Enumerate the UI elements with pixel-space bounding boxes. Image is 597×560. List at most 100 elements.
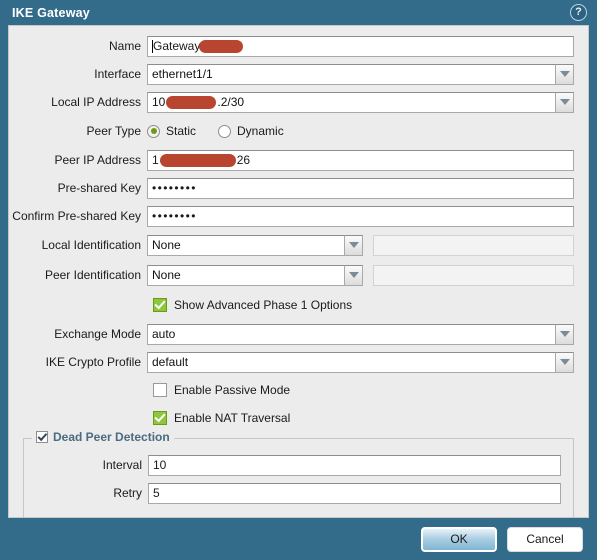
label-dpd-interval: Interval [102, 458, 142, 472]
local-identification-value: None [147, 234, 344, 256]
field-local-ip-address: 10 .2/30 [147, 91, 574, 113]
redaction-block-name [199, 39, 244, 53]
field-peer-ip-address: 1 26 [147, 149, 574, 171]
field-local-identification: None [147, 234, 574, 256]
local-ip-address-dropdown-button[interactable] [555, 91, 574, 113]
label-dead-peer-detection[interactable]: Dead Peer Detection [53, 430, 170, 444]
name-value: Gateway [153, 39, 201, 53]
dpd-interval-input[interactable]: 10 [148, 454, 561, 476]
field-exchange-mode: auto [147, 323, 574, 345]
local-identification-combobox[interactable]: None [147, 234, 363, 256]
local-ip-prefix: 10 [152, 94, 166, 109]
label-peer-type-static[interactable]: Static [166, 124, 196, 138]
exchange-mode-value: auto [147, 323, 555, 345]
chevron-down-icon [559, 331, 570, 337]
local-ip-address-combobox[interactable]: 10 .2/30 [147, 91, 574, 113]
form-panel: Name Gateway Interface ethernet1/1 Local… [8, 25, 589, 518]
row-exchange-mode: Exchange Mode auto [9, 320, 588, 348]
exchange-mode-combobox[interactable]: auto [147, 323, 574, 345]
chevron-down-icon [559, 71, 570, 77]
row-peer-type: Peer Type Static Dynamic [9, 116, 588, 146]
peer-ip-suffix: 26 [236, 153, 251, 167]
row-enable-nat-traversal: Enable NAT Traversal [9, 404, 588, 432]
field-dpd-interval: 10 [148, 454, 561, 476]
label-interface: Interface [94, 67, 141, 81]
label-local-identification: Local Identification [41, 238, 141, 252]
peer-identification-dropdown-button[interactable] [344, 264, 363, 286]
dialog-footer: OK Cancel [0, 518, 597, 560]
row-show-advanced: Show Advanced Phase 1 Options [9, 290, 588, 320]
checkbox-enable-nat-traversal[interactable] [153, 411, 167, 425]
ok-button[interactable]: OK [421, 526, 497, 552]
pre-shared-key-input[interactable]: •••••••• [147, 177, 574, 199]
radio-peer-type-static[interactable] [147, 124, 160, 138]
row-peer-identification: Peer Identification None [9, 260, 588, 290]
label-show-advanced[interactable]: Show Advanced Phase 1 Options [174, 298, 352, 312]
local-ip-address-value: 10 .2/30 [147, 91, 555, 113]
dialog-titlebar: IKE Gateway ? [0, 0, 597, 25]
peer-identification-value: None [147, 264, 344, 286]
label-name: Name [108, 39, 141, 53]
interface-combobox[interactable]: ethernet1/1 [147, 63, 574, 85]
row-ike-crypto-profile: IKE Crypto Profile default [9, 348, 588, 376]
peer-type-radio-group: Static Dynamic [147, 124, 300, 138]
ike-crypto-profile-dropdown-button[interactable] [555, 351, 574, 373]
cancel-button[interactable]: Cancel [507, 526, 583, 552]
checkbox-enable-passive-mode[interactable] [153, 383, 167, 397]
dead-peer-detection-legend: Dead Peer Detection [32, 430, 174, 444]
peer-identification-combobox[interactable]: None [147, 264, 363, 286]
confirm-pre-shared-key-input[interactable]: •••••••• [147, 205, 574, 227]
peer-ip-prefix: 1 [152, 153, 159, 167]
label-local-ip-address: Local IP Address [51, 95, 141, 109]
row-confirm-pre-shared-key: Confirm Pre-shared Key •••••••• [9, 202, 588, 230]
chevron-down-icon [348, 242, 359, 248]
checkbox-show-advanced[interactable] [153, 298, 167, 312]
peer-ip-address-input[interactable]: 1 26 [147, 149, 574, 171]
field-pre-shared-key: •••••••• [147, 177, 574, 199]
field-dpd-retry: 5 [148, 482, 561, 504]
help-icon[interactable]: ? [570, 4, 587, 21]
dead-peer-detection-group: Dead Peer Detection Interval 10 Retry 5 [23, 430, 574, 517]
label-peer-ip-address: Peer IP Address [54, 153, 142, 167]
label-enable-nat-traversal[interactable]: Enable NAT Traversal [174, 411, 290, 425]
field-confirm-pre-shared-key: •••••••• [147, 205, 574, 227]
peer-identification-secondary-input[interactable] [373, 264, 574, 286]
dialog-title: IKE Gateway [12, 5, 90, 20]
interface-value: ethernet1/1 [147, 63, 555, 85]
field-peer-identification: None [147, 264, 574, 286]
local-ip-suffix: .2/30 [217, 94, 245, 109]
name-input[interactable]: Gateway [147, 35, 574, 57]
dpd-retry-input[interactable]: 5 [148, 482, 561, 504]
row-interface: Interface ethernet1/1 [9, 60, 588, 88]
redaction-block-peer-ip [159, 153, 236, 167]
field-interface: ethernet1/1 [147, 63, 574, 85]
chevron-down-icon [559, 99, 570, 105]
chevron-down-icon [559, 359, 570, 365]
chevron-down-icon [348, 272, 359, 278]
checkbox-dead-peer-detection[interactable] [36, 431, 48, 443]
label-confirm-pre-shared-key: Confirm Pre-shared Key [12, 209, 141, 223]
label-peer-type-dynamic[interactable]: Dynamic [237, 124, 284, 138]
row-enable-passive-mode: Enable Passive Mode [9, 376, 588, 404]
local-identification-dropdown-button[interactable] [344, 234, 363, 256]
row-dpd-interval: Interval 10 [24, 451, 573, 479]
row-local-identification: Local Identification None [9, 230, 588, 260]
label-pre-shared-key: Pre-shared Key [57, 181, 141, 195]
label-ike-crypto-profile: IKE Crypto Profile [45, 355, 141, 369]
ike-crypto-profile-combobox[interactable]: default [147, 351, 574, 373]
ike-gateway-dialog: IKE Gateway ? Name Gateway Interface eth… [0, 0, 597, 560]
label-peer-type: Peer Type [86, 124, 141, 138]
radio-peer-type-dynamic[interactable] [218, 124, 232, 138]
label-peer-identification: Peer Identification [44, 268, 141, 282]
row-local-ip-address: Local IP Address 10 .2/30 [9, 88, 588, 116]
ike-crypto-profile-value: default [147, 351, 555, 373]
field-peer-type: Static Dynamic [147, 121, 574, 142]
local-identification-secondary-input[interactable] [373, 234, 574, 256]
label-exchange-mode: Exchange Mode [54, 327, 141, 341]
field-ike-crypto-profile: default [147, 351, 574, 373]
label-enable-passive-mode[interactable]: Enable Passive Mode [174, 383, 290, 397]
row-pre-shared-key: Pre-shared Key •••••••• [9, 174, 588, 202]
interface-dropdown-button[interactable] [555, 63, 574, 85]
exchange-mode-dropdown-button[interactable] [555, 323, 574, 345]
row-name: Name Gateway [9, 32, 588, 60]
